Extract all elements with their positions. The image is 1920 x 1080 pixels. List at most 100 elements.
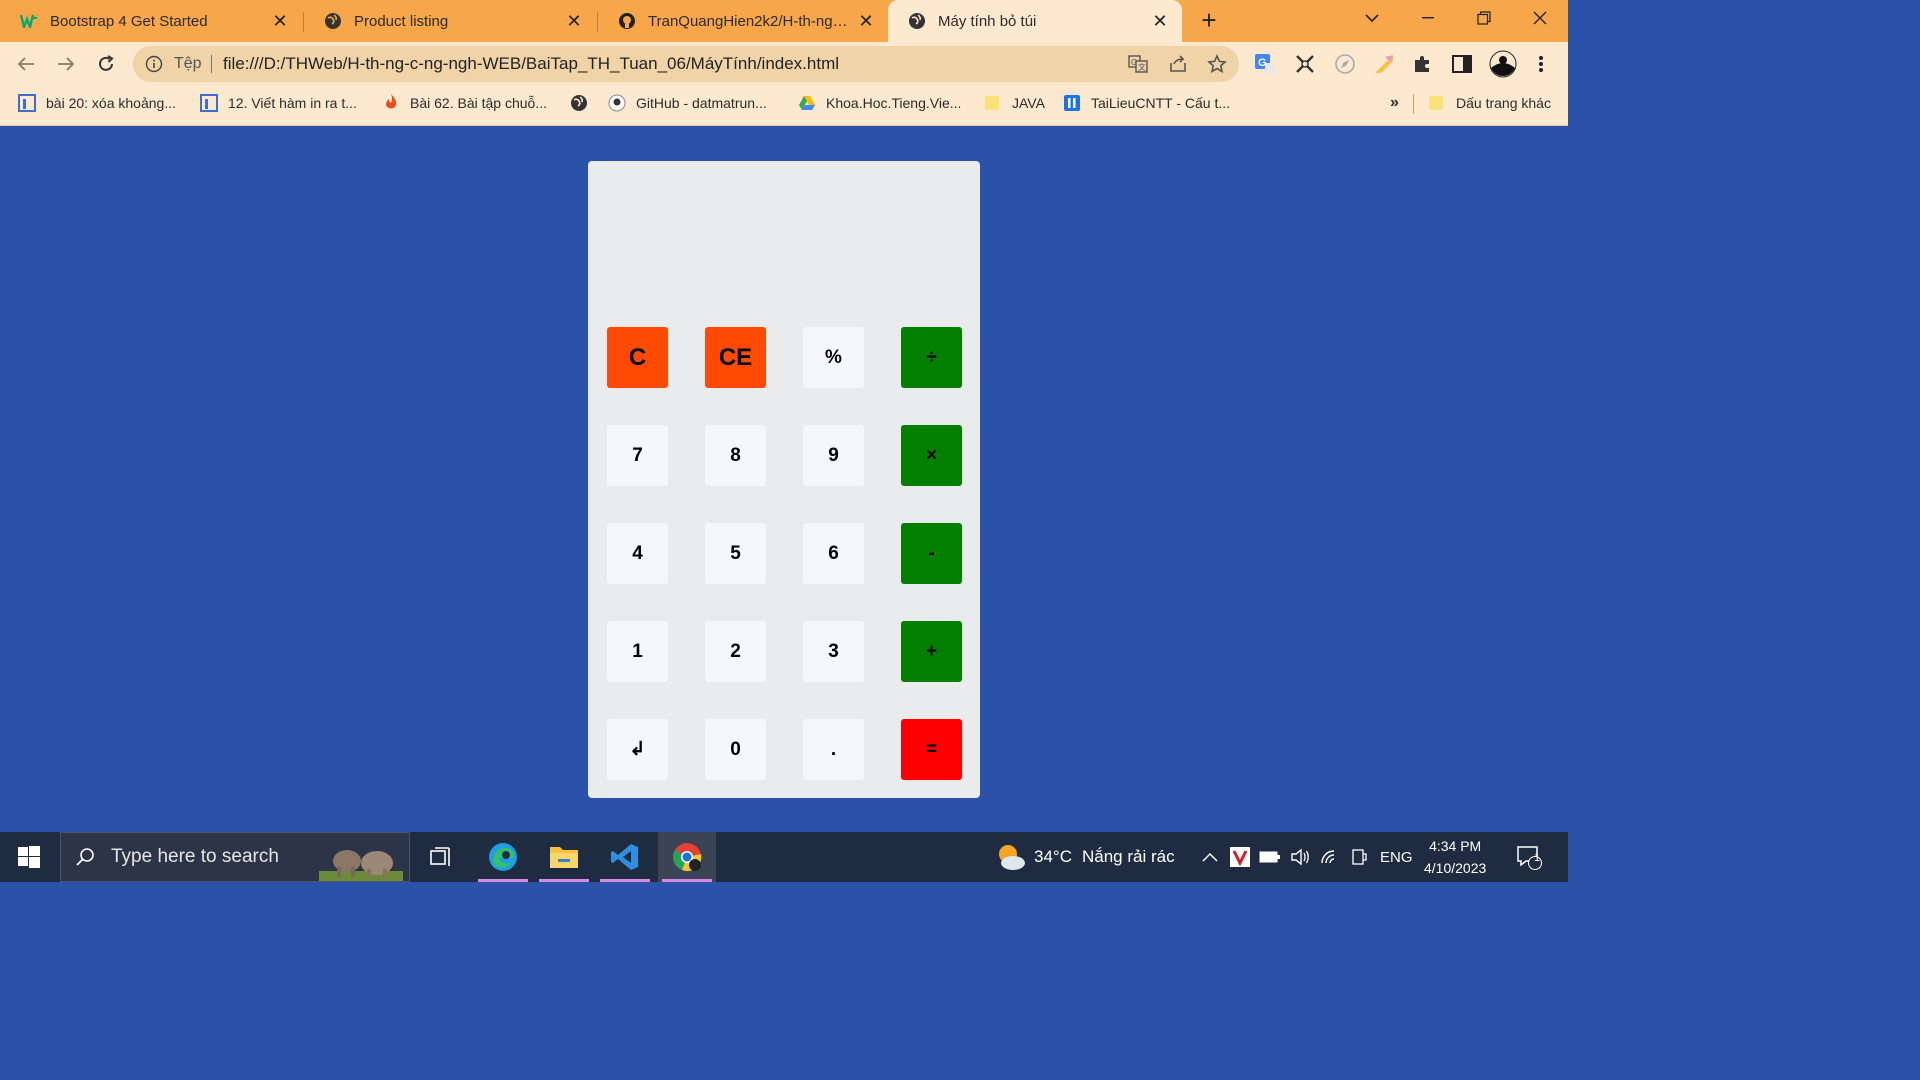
equals-button[interactable]: = xyxy=(901,719,962,780)
tools-ext-icon[interactable] xyxy=(1293,52,1317,76)
decimal-button[interactable]: . xyxy=(803,719,864,780)
bookmark-label: TaiLieuCNTT - Cấu t... xyxy=(1091,95,1231,111)
multiply-button[interactable]: × xyxy=(901,425,962,486)
bookmark-item[interactable]: TaiLieuCNTT - Cấu t... xyxy=(1063,86,1230,120)
bookmarks-overflow-button[interactable]: » xyxy=(1390,86,1399,120)
tab-search-button[interactable] xyxy=(1344,0,1400,36)
bookmark-item[interactable] xyxy=(570,86,598,120)
tab-product-listing[interactable]: Product listing ✕ xyxy=(304,0,596,42)
share-icon[interactable] xyxy=(1167,53,1189,75)
chrome-app[interactable] xyxy=(658,832,716,882)
new-tab-button[interactable]: + xyxy=(1196,7,1222,34)
bookmark-star-icon[interactable] xyxy=(1206,53,1228,75)
percent-button[interactable]: % xyxy=(803,327,864,388)
close-icon[interactable]: ✕ xyxy=(270,11,290,31)
battery-icon[interactable] xyxy=(1259,832,1281,882)
minimize-button[interactable] xyxy=(1400,0,1456,36)
clear-button[interactable]: C xyxy=(607,327,668,388)
page-icon xyxy=(18,94,36,112)
notification-center-button[interactable]: 1 xyxy=(1516,832,1542,882)
vscode-app[interactable] xyxy=(596,832,654,882)
bookmarks-bar: bài 20: xóa khoảng... 12. Viết hàm in ra… xyxy=(0,86,1568,126)
github-icon xyxy=(618,12,636,30)
menu-kebab-icon[interactable] xyxy=(1529,52,1553,76)
close-window-button[interactable] xyxy=(1512,0,1568,36)
taskbar-search-box[interactable]: Type here to search xyxy=(60,832,410,882)
info-icon[interactable] xyxy=(145,55,163,78)
side-panel-icon[interactable] xyxy=(1450,52,1474,76)
running-indicator xyxy=(662,879,712,882)
tab-bootstrap[interactable]: Bootstrap 4 Get Started ✕ xyxy=(0,0,302,42)
digit-1-button[interactable]: 1 xyxy=(607,621,668,682)
task-view-button[interactable] xyxy=(412,832,470,882)
subtract-button[interactable]: - xyxy=(901,523,962,584)
digit-8-button[interactable]: 8 xyxy=(705,425,766,486)
close-icon[interactable]: ✕ xyxy=(564,11,584,31)
globe-icon xyxy=(570,94,588,112)
url-text[interactable]: file:///D:/THWeb/H-th-ng-c-ng-ngh-WEB/Ba… xyxy=(223,54,839,74)
google-translate-ext-icon[interactable]: G xyxy=(1253,52,1277,76)
globe-icon xyxy=(908,12,926,30)
digit-9-button[interactable]: 9 xyxy=(803,425,864,486)
scheme-label: Tệp xyxy=(174,55,202,72)
bookmark-item[interactable]: Khoa.Hoc.Tieng.Vie... xyxy=(798,86,961,120)
svg-text:文: 文 xyxy=(1138,62,1146,72)
bookmark-item[interactable]: GitHub - datmatrun... xyxy=(608,86,767,120)
running-indicator xyxy=(600,879,650,882)
digit-6-button[interactable]: 6 xyxy=(803,523,864,584)
drive-icon xyxy=(798,94,816,112)
bookmark-folder[interactable]: JAVA xyxy=(984,86,1045,120)
volume-icon[interactable] xyxy=(1290,832,1310,882)
github-icon xyxy=(608,94,626,112)
reload-icon xyxy=(99,55,114,71)
tab-title: Product listing xyxy=(354,12,449,30)
close-icon[interactable]: ✕ xyxy=(1150,11,1170,31)
calculator-display xyxy=(606,175,962,305)
digit-4-button[interactable]: 4 xyxy=(607,523,668,584)
address-bar[interactable]: Tệp file:///D:/THWeb/H-th-ng-c-ng-ngh-WE… xyxy=(133,46,1239,82)
colorful-ext-icon[interactable] xyxy=(1372,52,1396,76)
page-content: C CE % ÷ 7 8 9 × 4 5 6 - 1 2 3 + ↲ 0 . = xyxy=(0,126,1568,832)
clock[interactable]: 4:34 PM 4/10/2023 xyxy=(1424,832,1486,882)
start-button[interactable] xyxy=(0,832,58,882)
digit-3-button[interactable]: 3 xyxy=(803,621,864,682)
bookmark-label: JAVA xyxy=(1012,95,1045,111)
close-icon[interactable]: ✕ xyxy=(856,11,876,31)
add-button[interactable]: + xyxy=(901,621,962,682)
bookmark-item[interactable]: bài 20: xóa khoảng... xyxy=(18,86,176,120)
translate-icon[interactable]: G文 xyxy=(1127,53,1149,75)
digit-2-button[interactable]: 2 xyxy=(705,621,766,682)
vscode-icon xyxy=(611,844,638,870)
reload-button[interactable] xyxy=(92,50,120,78)
tab-calculator[interactable]: Máy tính bỏ túi ✕ xyxy=(888,0,1182,42)
wifi-icon[interactable] xyxy=(1320,832,1340,882)
restore-button[interactable] xyxy=(1456,0,1512,36)
divide-button[interactable]: ÷ xyxy=(901,327,962,388)
bookmark-item[interactable]: Bài 62. Bài tập chuỗ... xyxy=(382,86,547,120)
bookmark-label: Bài 62. Bài tập chuỗ... xyxy=(410,95,547,111)
extensions-puzzle-icon[interactable] xyxy=(1411,52,1435,76)
folder-icon xyxy=(984,94,1002,112)
clear-entry-button[interactable]: CE xyxy=(705,327,766,388)
digit-0-button[interactable]: 0 xyxy=(705,719,766,780)
close-icon xyxy=(1533,11,1547,25)
language-indicator[interactable]: ENG xyxy=(1380,832,1413,882)
vietkey-tray-icon[interactable] xyxy=(1230,832,1250,882)
search-icon xyxy=(75,847,95,867)
other-bookmarks-folder[interactable]: Dấu trang khác xyxy=(1428,86,1551,120)
back-button[interactable] xyxy=(12,50,40,78)
file-explorer-app[interactable] xyxy=(535,832,593,882)
tab-github[interactable]: TranQuangHien2k2/H-th-ng-c-ng ✕ xyxy=(598,0,888,42)
profile-avatar[interactable] xyxy=(1489,50,1517,78)
show-hidden-icons-button[interactable] xyxy=(1202,832,1218,882)
forward-button[interactable] xyxy=(52,50,80,78)
bookmark-item[interactable]: 12. Viết hàm in ra t... xyxy=(200,86,357,120)
digit-5-button[interactable]: 5 xyxy=(705,523,766,584)
backspace-button[interactable]: ↲ xyxy=(607,719,668,780)
edge-icon xyxy=(489,843,517,871)
edge-app[interactable] xyxy=(474,832,532,882)
digit-7-button[interactable]: 7 xyxy=(607,425,668,486)
compass-ext-icon[interactable] xyxy=(1333,52,1357,76)
weather-widget[interactable]: 34°C Nắng rải rác xyxy=(994,832,1175,882)
display-icon[interactable] xyxy=(1350,832,1368,882)
